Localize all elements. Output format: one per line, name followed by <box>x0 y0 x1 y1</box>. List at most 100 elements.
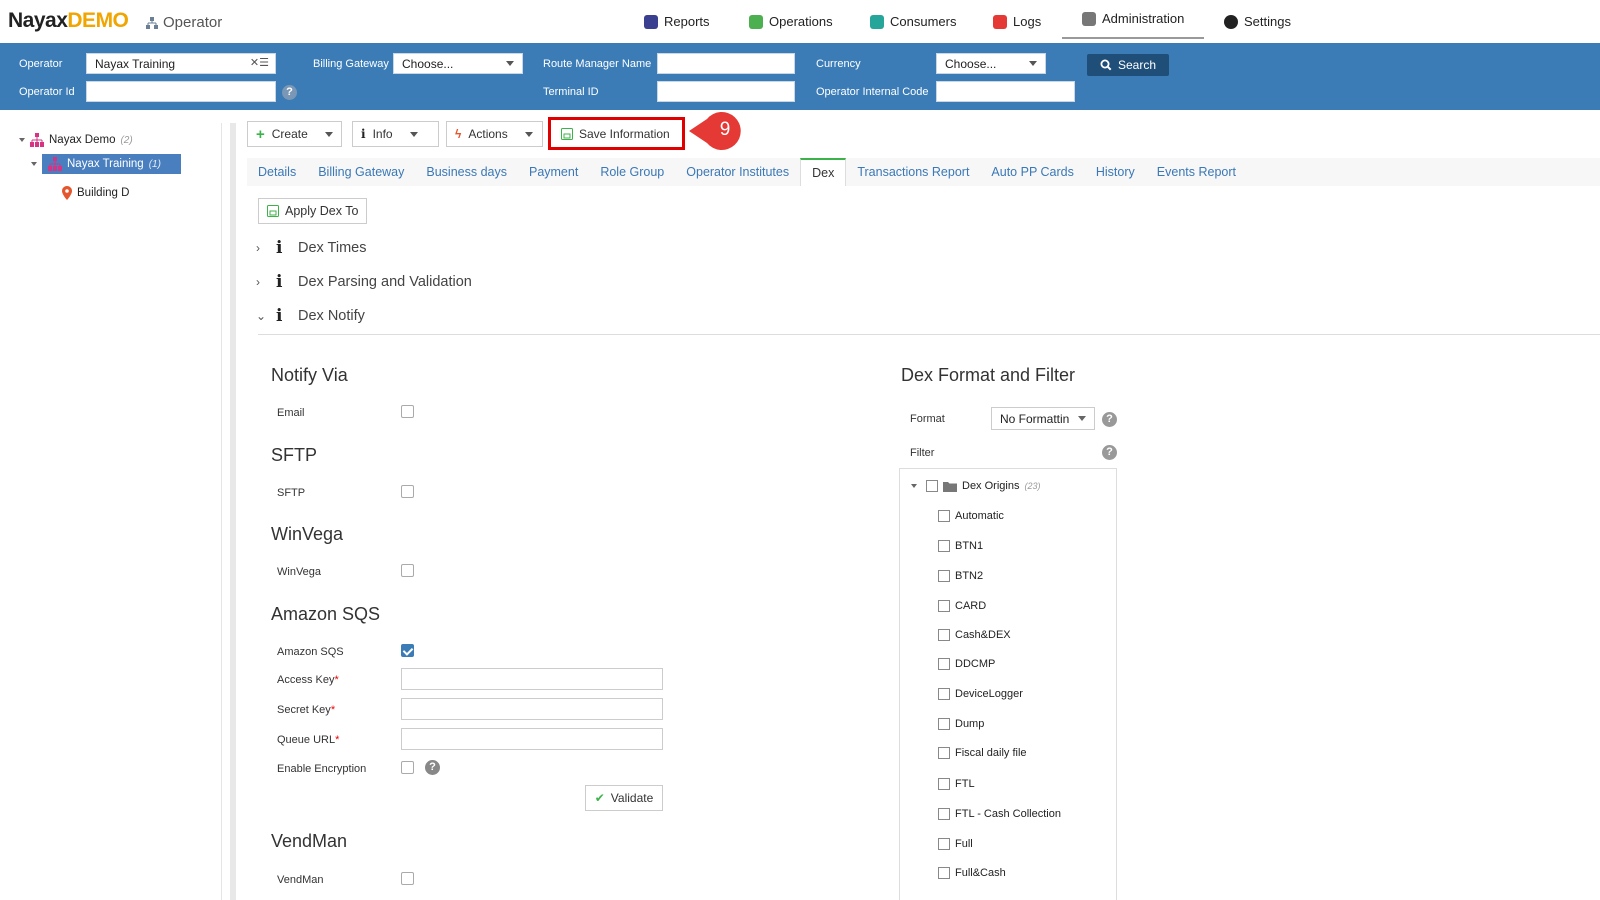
terminal-id-input[interactable] <box>657 81 795 102</box>
tab-events-report[interactable]: Events Report <box>1146 158 1247 186</box>
filter-checkbox[interactable] <box>938 718 950 730</box>
section-dex-parsing[interactable]: › i Dex Parsing and Validation <box>256 272 472 292</box>
email-checkbox[interactable] <box>401 405 414 418</box>
enable-encryption-checkbox[interactable] <box>401 761 414 774</box>
tab-auto-pp-cards[interactable]: Auto PP Cards <box>980 158 1084 186</box>
apply-dex-to-button[interactable]: Apply Dex To <box>258 198 368 224</box>
expand-caret-icon[interactable] <box>31 162 37 166</box>
filter-checkbox[interactable] <box>938 510 950 522</box>
vendman-label: VendMan <box>277 874 324 886</box>
nav-reports[interactable]: Reports <box>644 0 710 43</box>
secret-key-input[interactable] <box>401 698 663 720</box>
winvega-checkbox[interactable] <box>401 564 414 577</box>
tab-history[interactable]: History <box>1085 158 1146 186</box>
filter-checkbox[interactable] <box>938 747 950 759</box>
filter-item[interactable]: Fiscal daily file <box>938 747 1027 759</box>
filter-checkbox[interactable] <box>938 867 950 879</box>
save-information-button[interactable]: Save Information <box>548 117 685 150</box>
tab-role-group[interactable]: Role Group <box>589 158 675 186</box>
create-button[interactable]: + Create <box>247 121 342 147</box>
nav-label: Administration <box>1102 11 1185 26</box>
sftp-checkbox[interactable] <box>401 485 414 498</box>
currency-select[interactable]: Choose... <box>936 53 1046 74</box>
filter-item[interactable]: Full&Cash <box>938 867 1006 879</box>
filter-item[interactable]: BTN1 <box>938 540 983 552</box>
actions-button[interactable]: ϟ Actions <box>446 121 543 147</box>
expand-caret-icon[interactable] <box>911 484 917 488</box>
validate-button[interactable]: ✔ Validate <box>585 785 663 811</box>
dex-origins-root[interactable]: Dex Origins (23) <box>911 480 1040 492</box>
nav-consumers[interactable]: Consumers <box>870 0 956 43</box>
filter-checkbox[interactable] <box>938 838 950 850</box>
filter-item[interactable]: Full <box>938 838 973 850</box>
filter-item[interactable]: Cash&DEX <box>938 629 1011 641</box>
vendman-checkbox[interactable] <box>401 872 414 885</box>
help-icon[interactable]: ? <box>1102 445 1117 460</box>
filter-checkbox[interactable] <box>938 570 950 582</box>
amazon-sqs-label: Amazon SQS <box>277 646 344 658</box>
tab-billing-gateway[interactable]: Billing Gateway <box>307 158 415 186</box>
tree-node-root[interactable]: Nayax Demo (2) <box>19 133 133 147</box>
filter-item[interactable]: BTN2 <box>938 570 983 582</box>
filter-checkbox[interactable] <box>938 540 950 552</box>
nav-logs[interactable]: Logs <box>993 0 1041 43</box>
filter-checkbox[interactable] <box>938 688 950 700</box>
operator-id-input[interactable] <box>86 81 276 102</box>
expand-caret-icon[interactable] <box>19 138 25 142</box>
tree-node-building[interactable]: Building D <box>62 186 129 200</box>
filter-item[interactable]: Dump <box>938 718 984 730</box>
filter-checkbox[interactable] <box>938 629 950 641</box>
consumers-icon <box>870 14 884 29</box>
filter-checkbox[interactable] <box>938 658 950 670</box>
search-button[interactable]: Search <box>1087 54 1169 76</box>
tab-transactions-report[interactable]: Transactions Report <box>846 158 980 186</box>
currency-label: Currency <box>816 58 861 70</box>
search-label: Search <box>1117 58 1157 72</box>
tab-payment[interactable]: Payment <box>518 158 589 186</box>
access-key-input[interactable] <box>401 668 663 690</box>
tree-node-selected[interactable]: Nayax Training (1) <box>31 154 181 174</box>
filter-item[interactable]: DeviceLogger <box>938 688 1023 700</box>
filter-item[interactable]: FTL - Cash Collection <box>938 808 1061 820</box>
queue-url-input[interactable] <box>401 728 663 750</box>
help-icon[interactable]: ? <box>282 85 297 100</box>
panel-splitter[interactable] <box>230 123 236 900</box>
filter-checkbox[interactable] <box>938 808 950 820</box>
nayax-logo[interactable]: NayaxDEMO <box>8 9 129 33</box>
dex-origins-checkbox[interactable] <box>926 480 938 492</box>
section-dex-times[interactable]: › i Dex Times <box>256 238 367 258</box>
operator-label: Operator <box>19 58 63 70</box>
secret-key-label: Secret Key* <box>277 704 335 716</box>
chevron-down-icon: ⌄ <box>256 309 267 323</box>
tab-operator-institutes[interactable]: Operator Institutes <box>675 158 800 186</box>
filter-checkbox[interactable] <box>938 778 950 790</box>
format-select[interactable]: No Formattin <box>991 407 1095 430</box>
nav-operations[interactable]: Operations <box>749 0 833 43</box>
help-icon[interactable]: ? <box>425 760 440 775</box>
billing-gateway-select[interactable]: Choose... <box>393 53 523 74</box>
section-dex-notify[interactable]: ⌄ i Dex Notify <box>256 306 365 326</box>
filter-item[interactable]: DDCMP <box>938 658 995 670</box>
nav-settings[interactable]: Settings <box>1224 0 1291 43</box>
clear-list-icon[interactable]: ✕☰ <box>250 56 269 69</box>
tab-business-days[interactable]: Business days <box>415 158 518 186</box>
nav-administration[interactable]: Administration <box>1062 0 1204 39</box>
tab-dex[interactable]: Dex <box>800 158 847 186</box>
filter-checkbox[interactable] <box>938 600 950 612</box>
brand-demo: DEMO <box>67 9 129 32</box>
tab-details[interactable]: Details <box>247 158 307 186</box>
help-icon[interactable]: ? <box>1102 412 1117 427</box>
info-button[interactable]: i Info <box>352 121 439 147</box>
filter-item[interactable]: CARD <box>938 600 986 612</box>
route-manager-input[interactable] <box>657 53 795 74</box>
nav-label: Operations <box>769 14 833 29</box>
tree-selected-item[interactable]: Nayax Training (1) <box>42 154 181 174</box>
tree-node-label: Nayax Demo <box>49 134 116 146</box>
tree-node-label: Nayax Training <box>67 158 144 170</box>
info-icon: i <box>276 272 283 292</box>
operator-internal-code-input[interactable] <box>936 81 1075 102</box>
amazon-sqs-checkbox[interactable] <box>401 644 414 657</box>
filter-item[interactable]: FTL <box>938 778 975 790</box>
filter-item[interactable]: Automatic <box>938 510 1004 522</box>
operator-input[interactable]: Nayax Training ✕☰ <box>86 53 276 74</box>
